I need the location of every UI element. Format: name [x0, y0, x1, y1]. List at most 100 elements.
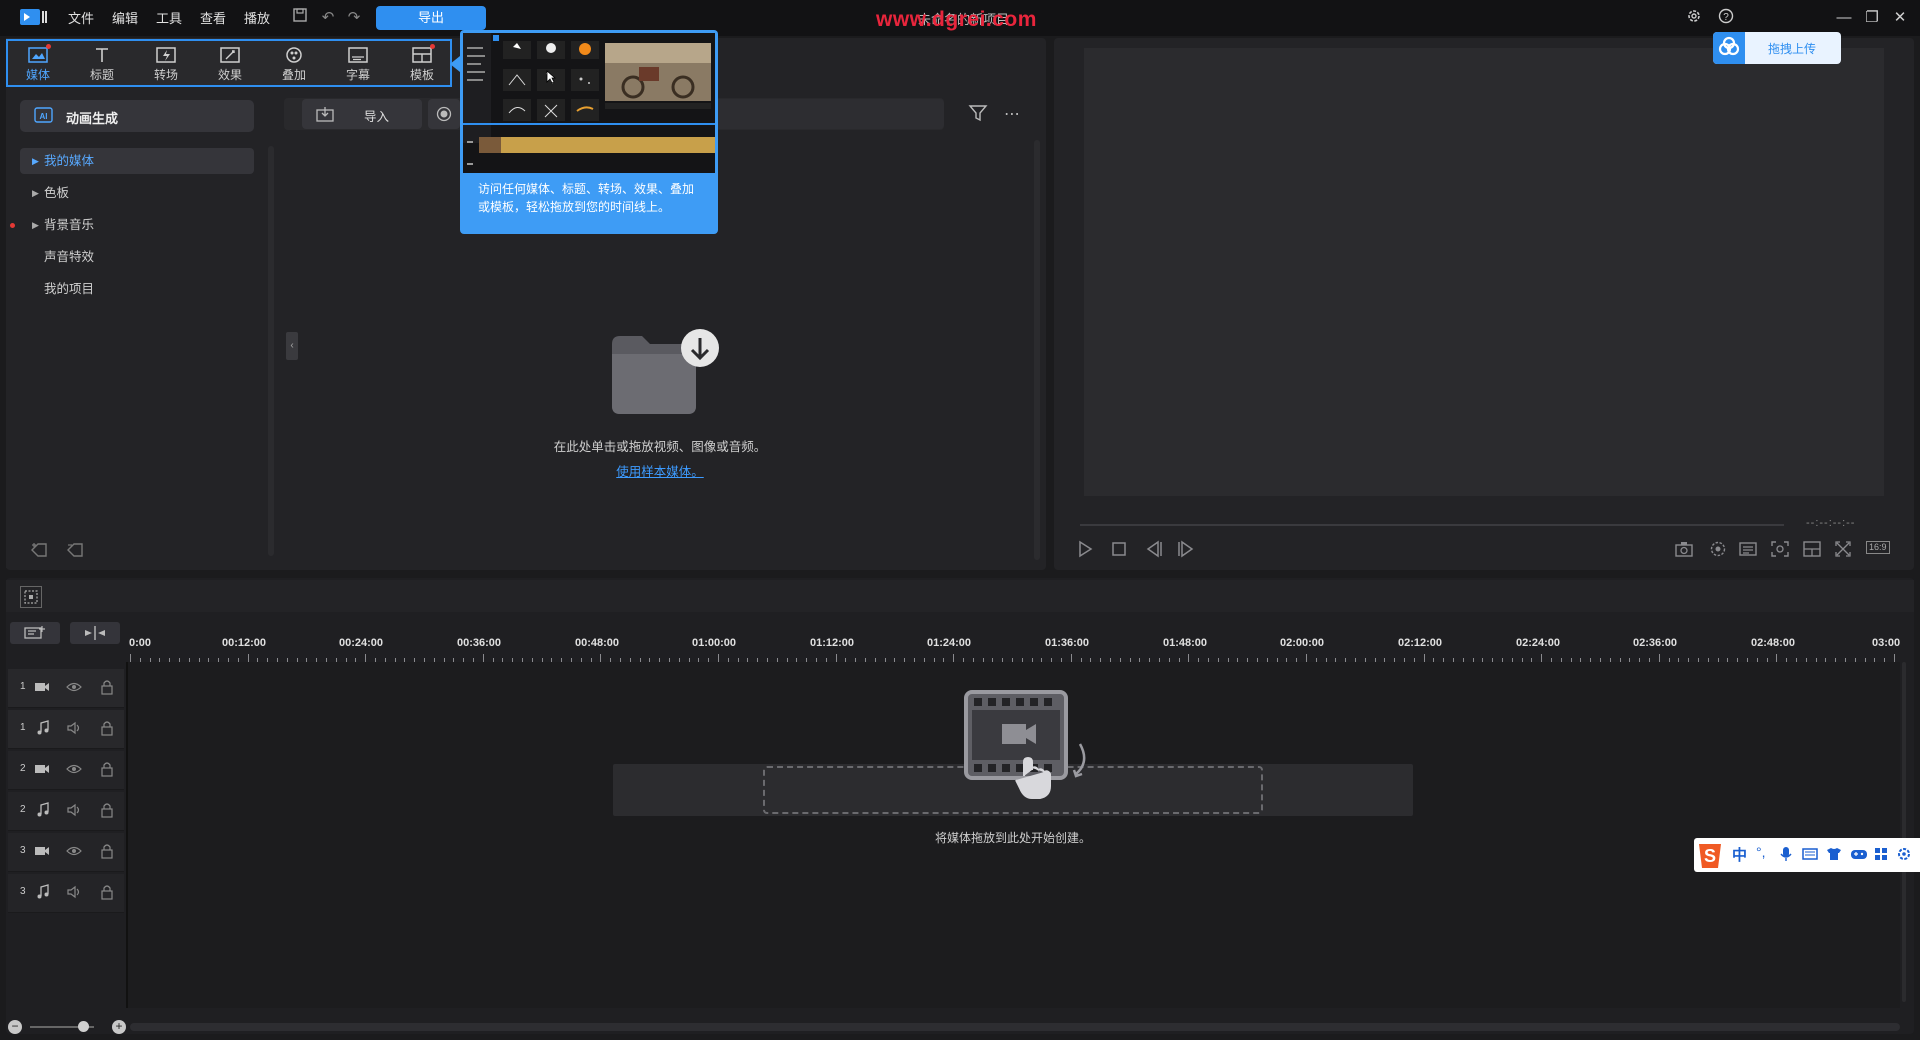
zoom-in-icon[interactable]: + [112, 1020, 126, 1034]
remove-tag-icon[interactable] [66, 542, 86, 561]
settings-icon[interactable] [1684, 8, 1704, 28]
sidebar-item-bgm[interactable]: ▶ 背景音乐 [20, 212, 254, 238]
zoom-preview-icon[interactable] [1770, 540, 1790, 561]
sample-media-link[interactable]: 使用样本媒体。 [580, 461, 740, 480]
zoom-slider-handle[interactable] [78, 1021, 89, 1032]
lock-icon[interactable] [100, 761, 114, 780]
help-icon[interactable]: ? [1716, 8, 1736, 28]
track-divider [126, 662, 128, 1008]
import-button[interactable]: 导入 [302, 99, 422, 129]
media-scrollbar[interactable] [1034, 140, 1040, 560]
lock-icon[interactable] [100, 720, 114, 739]
ime-settings-icon[interactable] [1896, 846, 1912, 865]
undo-icon[interactable]: ↶ [318, 8, 338, 28]
collapse-sidebar-button[interactable]: ‹ [286, 332, 298, 360]
zoom-out-icon[interactable]: − [8, 1020, 22, 1034]
track-head-video-1[interactable]: 1 [8, 669, 124, 708]
folder-import-icon[interactable] [608, 328, 722, 421]
keyboard-icon[interactable] [1802, 847, 1818, 864]
toolbox-grid-icon[interactable] [1874, 847, 1888, 864]
minimize-icon[interactable]: — [1834, 8, 1854, 28]
snapshot-icon[interactable] [1674, 540, 1694, 561]
gamepad-icon[interactable] [1850, 847, 1868, 864]
tab-effect[interactable]: 效果 [198, 42, 262, 84]
track-number: 3 [20, 845, 26, 856]
redo-icon[interactable]: ↷ [344, 8, 364, 28]
tab-template[interactable]: 模板 [390, 42, 454, 84]
quality-icon[interactable] [1708, 540, 1728, 561]
restore-icon[interactable]: ❐ [1862, 8, 1882, 28]
lock-icon[interactable] [100, 802, 114, 821]
track-head-video-3[interactable]: 3 [8, 833, 124, 872]
tab-transition[interactable]: 转场 [134, 42, 198, 84]
visibility-eye-icon[interactable] [66, 844, 82, 861]
menu-view[interactable]: 查看 [200, 8, 226, 27]
track-head-audio-2[interactable]: 2 [8, 792, 124, 831]
track-head-video-2[interactable]: 2 [8, 751, 124, 790]
tooltip-arrow [450, 56, 460, 72]
save-icon[interactable] [290, 8, 310, 28]
svg-text:?: ? [1723, 12, 1729, 23]
punctuation-icon[interactable]: °, [1756, 844, 1766, 860]
sidebar-item-color-board[interactable]: ▶ 色板 [20, 180, 254, 206]
visibility-eye-icon[interactable] [66, 680, 82, 697]
layout-icon[interactable] [1802, 540, 1822, 561]
lock-icon[interactable] [100, 843, 114, 862]
video-track-icon [34, 844, 50, 861]
ai-generate-label: 动画生成 [66, 111, 119, 126]
speaker-icon[interactable] [66, 803, 82, 820]
lock-icon[interactable] [100, 884, 114, 903]
timeline-horizontal-scrollbar[interactable] [130, 1023, 1900, 1031]
ime-language-label[interactable]: 中 [1732, 844, 1747, 865]
play-icon[interactable] [1076, 540, 1094, 561]
close-icon[interactable]: ✕ [1890, 8, 1910, 28]
menu-edit[interactable]: 编辑 [112, 8, 138, 27]
tab-title[interactable]: 标题 [70, 42, 134, 84]
tab-subtitle[interactable]: 字幕 [326, 42, 390, 84]
track-head-audio-3[interactable]: 3 [8, 874, 124, 913]
previous-frame-icon[interactable] [1144, 540, 1164, 561]
track-head-audio-1[interactable]: 1 [8, 710, 124, 749]
split-button[interactable] [70, 622, 120, 644]
menu-tools[interactable]: 工具 [156, 8, 182, 27]
new-badge-dot [46, 44, 51, 49]
speaker-icon[interactable] [66, 885, 82, 902]
media-icon [28, 47, 48, 63]
ruler-label: 0:00 [129, 637, 152, 649]
lock-icon[interactable] [100, 679, 114, 698]
display-options-icon[interactable] [1738, 540, 1758, 561]
add-tag-icon[interactable] [30, 542, 50, 561]
export-button[interactable]: 导出 [376, 6, 486, 30]
tab-overlay[interactable]: 叠加 [262, 42, 326, 84]
sidebar-item-my-projects[interactable]: 我的项目 [20, 276, 254, 302]
stop-icon[interactable] [1110, 540, 1128, 561]
aspect-ratio-button[interactable]: 16:9 [1866, 541, 1890, 554]
tab-label: 字幕 [345, 68, 370, 82]
tab-media[interactable]: 媒体 [6, 42, 70, 84]
menu-play[interactable]: 播放 [244, 8, 270, 27]
timeline-mode-icon[interactable] [20, 586, 42, 608]
visibility-eye-icon[interactable] [66, 762, 82, 779]
timeline-vertical-scrollbar[interactable] [1902, 662, 1906, 1002]
next-frame-icon[interactable] [1176, 540, 1196, 561]
more-options-icon[interactable]: ⋯ [1004, 104, 1020, 124]
fullscreen-icon[interactable] [1834, 540, 1852, 561]
timeline-toolbar [6, 580, 1914, 612]
search-input[interactable] [714, 99, 944, 129]
sidebar-item-sound-effects[interactable]: 声音特效 [20, 244, 254, 270]
ai-generate-button[interactable]: AI 动画生成 [20, 100, 254, 132]
sidebar-item-my-media[interactable]: ▶ 我的媒体 [20, 148, 254, 174]
subtitle-icon [348, 47, 368, 63]
sogou-logo-icon[interactable]: S [1696, 840, 1724, 870]
skin-shirt-icon[interactable] [1826, 847, 1842, 864]
menu-file[interactable]: 文件 [68, 8, 94, 27]
filter-icon[interactable] [968, 104, 988, 125]
speaker-icon[interactable] [66, 721, 82, 738]
add-track-button[interactable] [10, 622, 60, 644]
preview-scrubber[interactable] [1080, 524, 1784, 526]
record-button[interactable] [428, 99, 460, 129]
ruler-label: 00:24:00 [339, 637, 384, 649]
sidebar-scrollbar[interactable] [268, 146, 274, 556]
track-number: 1 [20, 681, 26, 692]
microphone-icon[interactable] [1780, 846, 1792, 865]
